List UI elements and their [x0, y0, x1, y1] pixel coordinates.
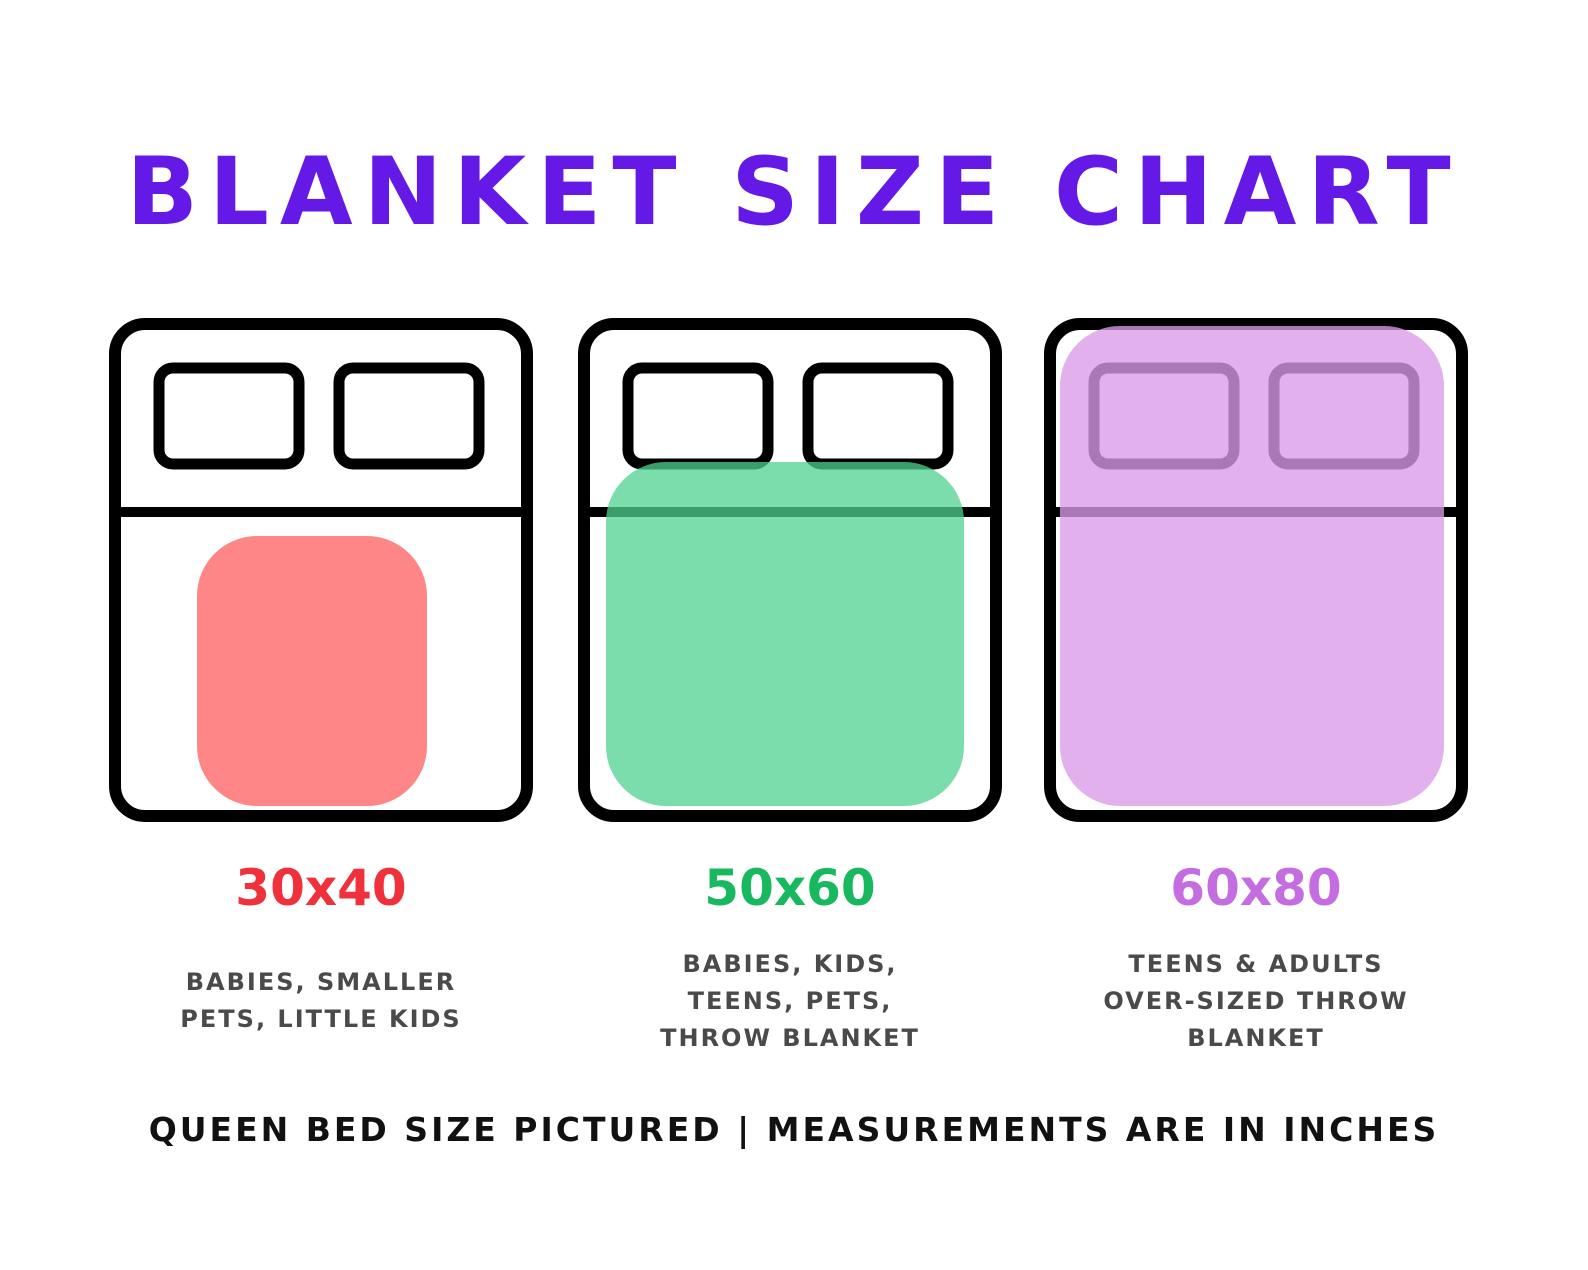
description-line: OVER-SIZED THROW	[1103, 987, 1409, 1015]
size-label-50x60: 50x60	[704, 859, 876, 917]
pillow-right-icon	[802, 362, 954, 470]
description-line: BABIES, KIDS,	[682, 950, 898, 978]
blanket-30x40	[197, 536, 427, 806]
bed-diagram-50x60	[578, 318, 1002, 822]
description-line: BLANKET	[1187, 1024, 1325, 1052]
pillow-left-icon	[622, 362, 774, 470]
pillow-left-icon	[153, 362, 305, 470]
pillow-right-icon	[333, 362, 485, 470]
bed-diagram-30x40	[109, 318, 533, 822]
description-line: TEENS, PETS,	[687, 987, 893, 1015]
page-title: BLANKET SIZE CHART	[126, 138, 1462, 247]
description-60x80: TEENS & ADULTS OVER-SIZED THROW BLANKET	[1042, 946, 1470, 1057]
description-line: TEENS & ADULTS	[1128, 950, 1384, 978]
description-line: THROW BLANKET	[660, 1024, 920, 1052]
description-line: PETS, LITTLE KIDS	[180, 1005, 462, 1033]
size-label-60x80: 60x80	[1170, 859, 1342, 917]
footer-note: QUEEN BED SIZE PICTURED | MEASUREMENTS A…	[148, 1110, 1440, 1149]
description-30x40: BABIES, SMALLER PETS, LITTLE KIDS	[107, 964, 535, 1038]
blanket-60x80	[1060, 326, 1444, 806]
size-label-30x40: 30x40	[235, 859, 407, 917]
blanket-50x60	[606, 462, 964, 806]
bed-diagram-60x80	[1044, 318, 1468, 822]
description-50x60: BABIES, KIDS, TEENS, PETS, THROW BLANKET	[576, 946, 1004, 1057]
description-line: BABIES, SMALLER	[185, 968, 457, 996]
